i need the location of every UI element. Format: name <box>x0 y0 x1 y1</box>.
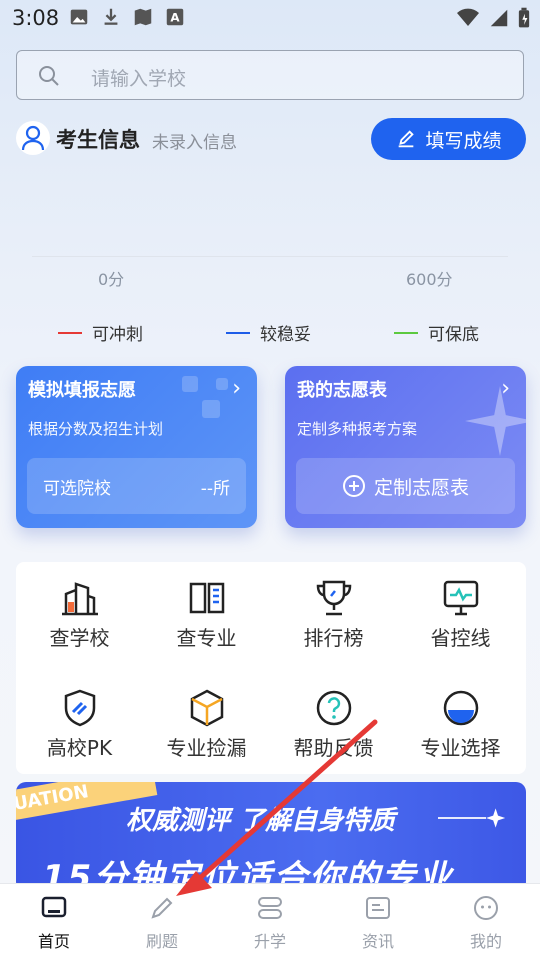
available-schools-label: 可选院校 <box>43 479 111 499</box>
fill-score-label: 填写成绩 <box>425 129 502 152</box>
legend-item-sprint: 可冲刺 <box>58 320 143 345</box>
pencil-icon <box>151 897 173 919</box>
card-subtitle: 定制多种报考方案 <box>297 420 418 438</box>
system-icons <box>456 6 530 30</box>
cube-icon <box>190 689 223 727</box>
nav-label: 首页 <box>37 932 70 951</box>
plus-circle-icon <box>342 475 365 497</box>
my-application-card[interactable]: 我的志愿表 › 定制多种报考方案 定制志愿表 <box>285 366 526 528</box>
fill-score-button[interactable]: 填写成绩 <box>371 118 526 160</box>
nav-label: 升学 <box>253 932 286 951</box>
monitor-icon <box>443 580 478 616</box>
simulate-application-card[interactable]: 模拟填报志愿 › 根据分数及招生计划 可选院校 --所 <box>16 366 257 528</box>
legend-swatch <box>226 331 250 334</box>
legend-label: 可冲刺 <box>92 325 143 345</box>
user-icon <box>21 125 45 151</box>
nav-label: 我的 <box>469 932 502 951</box>
home-icon <box>41 896 67 918</box>
nav-tab-profile[interactable]: 我的 <box>432 894 540 952</box>
available-schools-count: --所 <box>200 479 230 499</box>
avatar <box>16 121 50 155</box>
grid-item-major-selection[interactable]: 专业选择 <box>397 688 524 761</box>
grid-item-rankings[interactable]: 排行榜 <box>270 578 397 651</box>
nav-tab-home[interactable]: 首页 <box>0 894 108 952</box>
layers-icon <box>258 897 282 919</box>
evaluation-banner[interactable]: LUATION 权威测评 了解自身特质 15分钟定位适合你的专业 <box>16 782 526 892</box>
profile-icon <box>474 896 498 920</box>
grid-label: 查学校 <box>49 626 110 650</box>
score-max-label: 600分 <box>406 270 453 289</box>
legend-item-stable: 较稳妥 <box>226 320 311 345</box>
legend-label: 可保底 <box>428 325 479 345</box>
battery-icon <box>518 7 530 28</box>
trophy-icon <box>316 580 351 616</box>
grid-label: 专业捡漏 <box>166 736 247 760</box>
grid-label: 帮助反馈 <box>293 736 374 760</box>
nav-label: 刷题 <box>145 932 178 951</box>
grid-item-school-pk[interactable]: 高校PK <box>16 688 143 761</box>
download-icon <box>104 8 118 25</box>
legend-label: 较稳妥 <box>260 325 311 345</box>
banner-title: 权威测评 了解自身特质 <box>126 806 396 836</box>
grid-label: 省控线 <box>430 626 491 650</box>
text-a-icon: A <box>166 8 184 26</box>
search-icon <box>39 66 59 86</box>
shield-icon <box>64 689 95 727</box>
search-placeholder: 请输入学校 <box>91 68 187 90</box>
grid-item-major-picks[interactable]: 专业捡漏 <box>143 688 270 761</box>
grid-label: 查专业 <box>176 626 237 650</box>
card-title: 模拟填报志愿 <box>28 380 136 401</box>
sparkle-icon <box>438 808 506 828</box>
card-title: 我的志愿表 <box>297 380 387 401</box>
status-bar: 3:08 A <box>0 0 540 36</box>
nav-tab-practice[interactable]: 刷题 <box>108 894 216 952</box>
card-subtitle: 根据分数及招生计划 <box>28 420 164 438</box>
student-info-status: 未录入信息 <box>152 133 237 153</box>
book-icon <box>189 582 224 614</box>
building-icon <box>61 582 98 616</box>
bottom-nav: 首页 刷题 升学 资讯 我的 <box>0 884 540 960</box>
image-icon <box>70 9 88 25</box>
customize-plan-label: 定制志愿表 <box>373 476 469 499</box>
available-schools-box: 可选院校 --所 <box>27 458 246 514</box>
grid-label: 专业选择 <box>420 736 501 760</box>
wifi-icon <box>457 8 479 26</box>
grid-label: 高校PK <box>46 736 113 760</box>
pencil-icon <box>399 130 415 148</box>
function-grid: 查学校 查专业 排行榜 省控线 高校PK 专业捡漏 帮助反馈 专业选择 <box>16 562 526 774</box>
svg-text:A: A <box>170 11 180 25</box>
score-axis-line <box>32 256 508 257</box>
map-icon <box>134 8 152 26</box>
nav-tab-news[interactable]: 资讯 <box>324 894 432 952</box>
news-icon <box>366 897 390 919</box>
grid-item-control-line[interactable]: 省控线 <box>397 578 524 651</box>
grid-item-schools[interactable]: 查学校 <box>16 578 143 651</box>
notification-icons: A <box>68 6 186 28</box>
student-info-title: 考生信息 <box>56 128 140 152</box>
half-circle-icon <box>443 690 478 726</box>
legend-swatch <box>394 331 418 334</box>
search-input[interactable]: 请输入学校 <box>16 50 524 100</box>
status-time: 3:08 <box>12 6 60 30</box>
grid-item-help-feedback[interactable]: 帮助反馈 <box>270 688 397 761</box>
grid-label: 排行榜 <box>303 626 364 650</box>
chevron-right-icon: › <box>501 376 510 401</box>
sparkle-icon <box>465 386 526 456</box>
grid-item-majors[interactable]: 查专业 <box>143 578 270 651</box>
nav-tab-admission[interactable]: 升学 <box>216 894 324 952</box>
signal-icon <box>490 9 508 27</box>
question-icon <box>316 690 351 726</box>
customize-plan-button[interactable]: 定制志愿表 <box>296 458 515 514</box>
legend-swatch <box>58 331 82 334</box>
score-min-label: 0分 <box>98 270 125 289</box>
legend-item-safe: 可保底 <box>394 320 479 345</box>
chevron-right-icon: › <box>232 376 241 401</box>
nav-label: 资讯 <box>361 932 394 951</box>
